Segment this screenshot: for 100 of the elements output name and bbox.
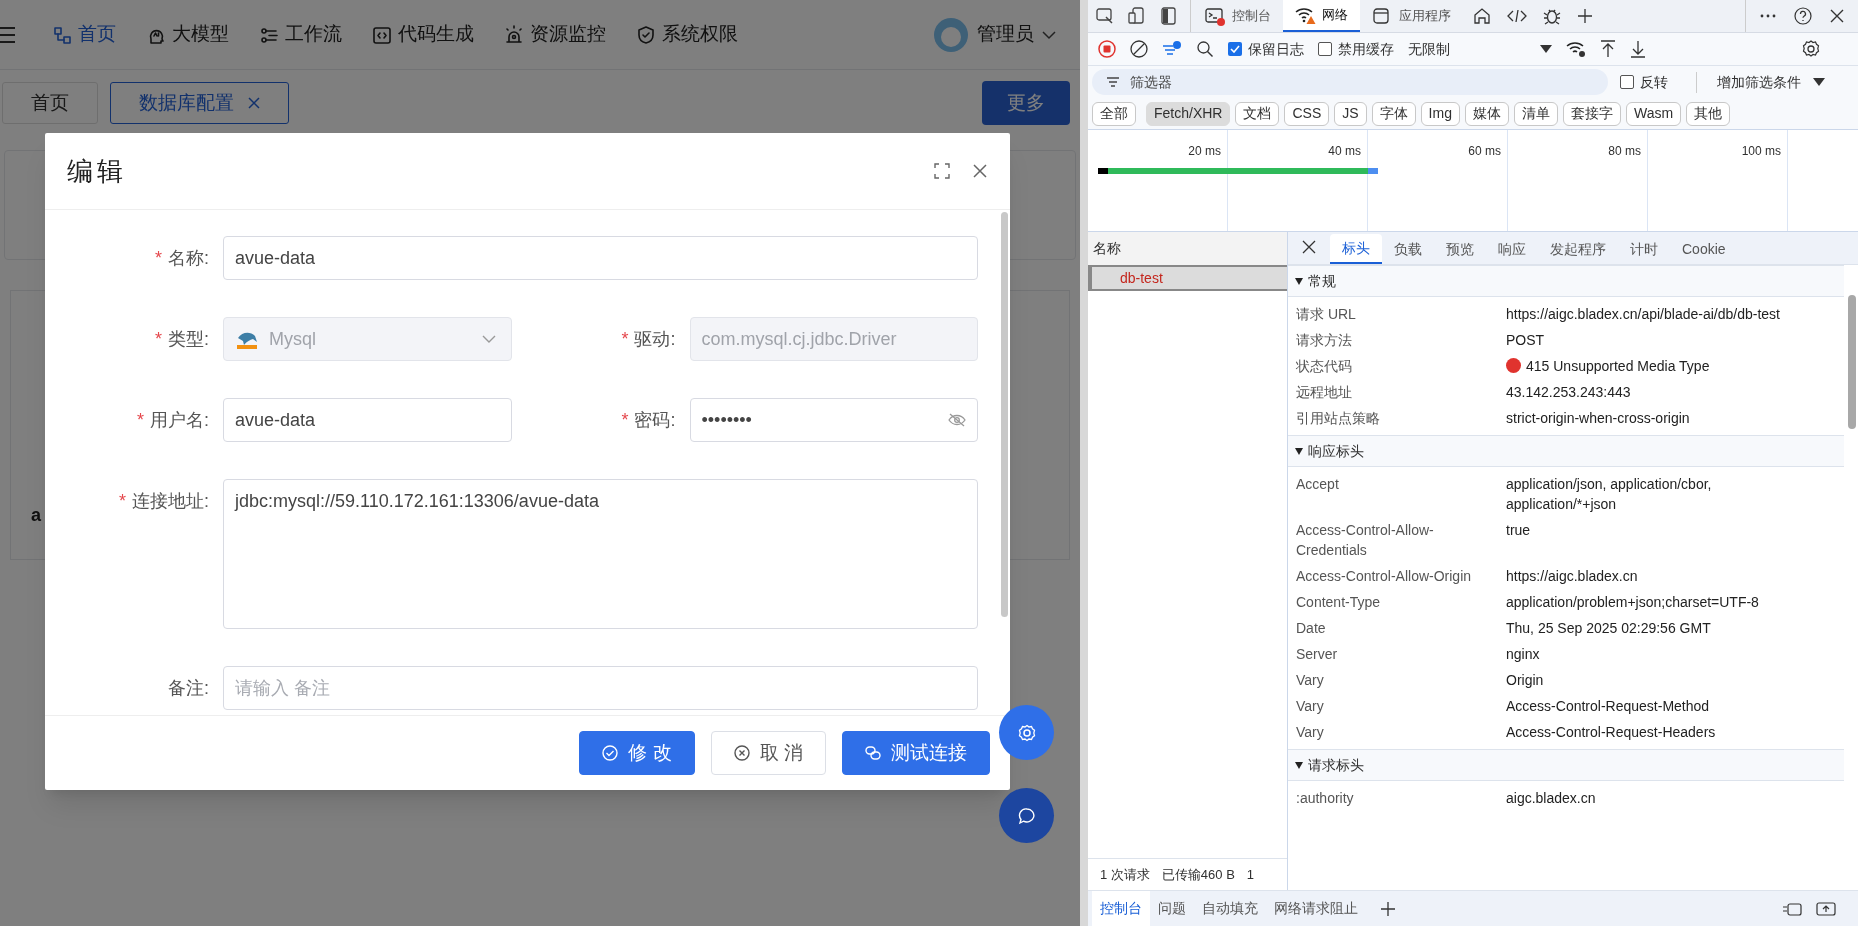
record-stop-icon[interactable]	[1098, 40, 1116, 58]
eye-slash-icon[interactable]	[948, 413, 966, 427]
devtools-tab[interactable]: 网络	[1283, 0, 1360, 32]
detail-tab[interactable]: 计时	[1618, 234, 1670, 264]
scrollbar-thumb[interactable]	[1848, 295, 1856, 429]
type-filter-chip[interactable]: CSS	[1284, 101, 1330, 126]
detail-tab[interactable]: 负载	[1382, 234, 1434, 264]
dialog-button[interactable]: 取 消	[710, 731, 826, 775]
close-icon[interactable]	[972, 163, 988, 179]
header-value: nginx	[1506, 645, 1540, 664]
device-icon[interactable]	[1128, 7, 1146, 25]
password-field[interactable]: ••••••••	[689, 398, 978, 442]
chat-button[interactable]	[999, 788, 1054, 843]
type-filter-chip[interactable]: 全部	[1092, 101, 1136, 126]
header-name: 请求方法	[1295, 331, 1353, 350]
request-row[interactable]: db-test	[1088, 265, 1287, 291]
type-filter-chip[interactable]: 字体	[1371, 101, 1416, 126]
drawer-tab[interactable]: 网络请求阻止	[1266, 890, 1366, 926]
triangle-down-icon[interactable]	[1294, 276, 1304, 286]
nav-item[interactable]: 系统权限	[636, 20, 738, 49]
close-icon[interactable]	[1302, 240, 1316, 254]
caret-down-icon	[1813, 78, 1825, 86]
detail-tab[interactable]: 发起程序	[1538, 234, 1618, 264]
detail-tab[interactable]: 响应	[1486, 234, 1538, 264]
settings-icon[interactable]	[1802, 40, 1820, 58]
drawer-tab[interactable]: 自动填充	[1194, 890, 1266, 926]
nav-item[interactable]: 代码生成	[372, 20, 474, 49]
plus-icon[interactable]	[1380, 900, 1396, 917]
section-title[interactable]: 常规	[1308, 270, 1336, 292]
more-icon[interactable]	[1760, 14, 1776, 18]
type-filter-chip[interactable]: 文档	[1235, 101, 1280, 126]
drawer-tab[interactable]: 问题	[1150, 890, 1194, 926]
search-icon[interactable]	[1196, 40, 1214, 58]
upload-icon[interactable]	[1600, 40, 1616, 58]
drawer-tab[interactable]: 控制台	[1092, 890, 1150, 926]
summary-text: 1 次请求	[1100, 865, 1150, 884]
scrollbar-thumb[interactable]	[1001, 212, 1008, 617]
checkbox[interactable]	[1318, 42, 1332, 56]
header-value: strict-origin-when-cross-origin	[1506, 409, 1690, 428]
settings-button[interactable]	[999, 705, 1054, 760]
download-icon[interactable]	[1630, 40, 1646, 58]
dock-icon[interactable]	[1782, 900, 1802, 917]
user-name[interactable]: 管理员	[977, 20, 1034, 49]
add-filter-dropdown[interactable]: 增加筛选条件	[1696, 71, 1825, 93]
section-title[interactable]: 请求标头	[1308, 754, 1364, 776]
clear-icon[interactable]	[1130, 40, 1148, 58]
checkbox-label[interactable]: 禁用缓存	[1338, 38, 1394, 60]
page-tab[interactable]: 首页	[2, 82, 98, 124]
textarea-field[interactable]: jdbc:mysql://59.110.172.161:13306/avue-data	[223, 479, 978, 629]
header-name: :authority	[1295, 789, 1355, 808]
type-filter-chip[interactable]: Img	[1420, 101, 1460, 126]
detail-tab[interactable]: Cookie	[1670, 234, 1738, 264]
type-filter-chip[interactable]: JS	[1334, 101, 1367, 126]
type-filter-chip[interactable]: 媒体	[1464, 101, 1509, 126]
throttle-dropdown[interactable]: 无限制	[1408, 38, 1552, 60]
triangle-down-icon[interactable]	[1294, 446, 1304, 456]
type-filter-chip[interactable]: 其他	[1686, 101, 1731, 126]
checkbox-label[interactable]: 保留日志	[1248, 38, 1304, 60]
type-filter-chip[interactable]: Fetch/XHR	[1146, 101, 1231, 126]
triangle-down-icon[interactable]	[1294, 760, 1304, 770]
alarm-icon	[504, 24, 524, 45]
nav-item[interactable]: 工作流	[259, 20, 342, 49]
close-icon[interactable]	[1830, 9, 1844, 23]
home-icon[interactable]	[1473, 7, 1491, 25]
checkbox-label[interactable]: 反转	[1640, 71, 1668, 93]
type-filter-chip[interactable]: 套接字	[1562, 101, 1621, 126]
dialog-button[interactable]: 测试连接	[842, 731, 990, 775]
checkbox[interactable]	[1228, 42, 1242, 56]
section-title[interactable]: 响应标头	[1308, 440, 1364, 462]
input-field[interactable]: avue-data	[223, 398, 512, 442]
type-filter-chip[interactable]: 清单	[1513, 101, 1558, 126]
undock-icon[interactable]	[1816, 900, 1836, 917]
source-code-icon[interactable]	[1507, 8, 1527, 24]
detail-tab[interactable]: 预览	[1434, 234, 1486, 264]
nav-item[interactable]: 资源监控	[504, 20, 606, 49]
required-mark: *	[154, 246, 162, 270]
devtools-tab[interactable]: 控制台	[1193, 0, 1283, 32]
dialog-button[interactable]: 修 改	[579, 731, 695, 775]
input-field[interactable]: avue-data	[223, 236, 978, 280]
detail-tab[interactable]: 标头	[1330, 234, 1382, 264]
fullscreen-icon[interactable]	[934, 163, 950, 179]
checkbox[interactable]	[1620, 75, 1634, 89]
wifi-settings-icon[interactable]	[1566, 40, 1586, 58]
menu-icon[interactable]	[0, 25, 16, 44]
header-value: Origin	[1506, 671, 1544, 690]
header-name: Date	[1295, 619, 1327, 638]
sidebar-icon[interactable]	[1160, 7, 1178, 25]
header-value: aigc.bladex.cn	[1506, 789, 1596, 808]
devtools-tab[interactable]: 应用程序	[1360, 0, 1463, 32]
inspect-icon[interactable]	[1096, 7, 1114, 25]
timeline-tick: 20 ms	[1188, 143, 1221, 158]
nav-item[interactable]: 大模型	[146, 20, 229, 49]
type-filter-chip[interactable]: Wasm	[1625, 101, 1682, 126]
bug-icon[interactable]	[1543, 7, 1561, 25]
filter-lines-icon[interactable]	[1162, 40, 1182, 58]
help-icon[interactable]	[1794, 7, 1812, 25]
timeline-tick: 80 ms	[1608, 143, 1641, 158]
plus-icon[interactable]	[1577, 8, 1593, 24]
filter-field[interactable]: 筛选器	[1092, 69, 1608, 95]
timeline-tick: 60 ms	[1468, 143, 1501, 158]
